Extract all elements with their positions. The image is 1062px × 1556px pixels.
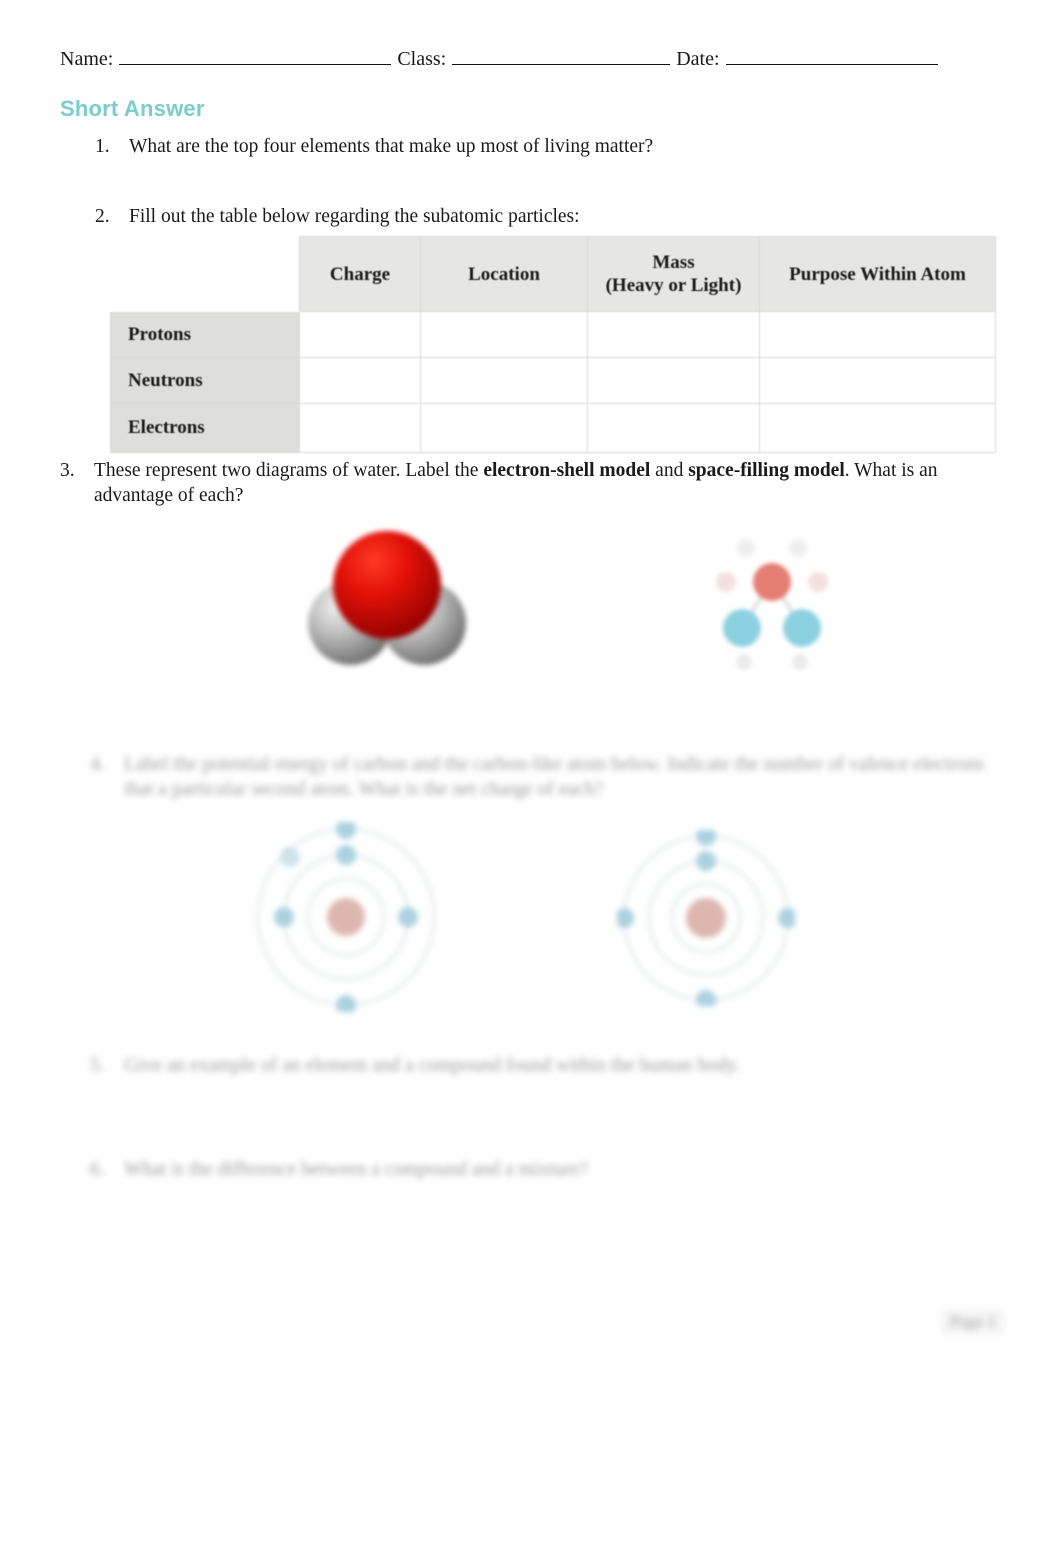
cell-protons-mass[interactable] xyxy=(587,311,760,358)
date-label: Date: xyxy=(676,48,720,70)
label-blob-right xyxy=(792,654,808,670)
cell-electrons-location[interactable] xyxy=(420,403,588,453)
column-header-mass-line2: (Heavy or Light) xyxy=(605,275,742,296)
oxygen-sphere xyxy=(333,531,441,639)
student-info-line: Name: Class: Date: xyxy=(60,46,1000,72)
question-2-number: 2. xyxy=(95,206,110,227)
question-4-text: Label the potential energy of carbon and… xyxy=(124,754,984,800)
table-header-row: Charge Location Mass (Heavy or Light) Pu… xyxy=(110,236,996,312)
cell-neutrons-location[interactable] xyxy=(420,357,588,404)
question-3-figures xyxy=(60,525,995,685)
cell-electrons-mass[interactable] xyxy=(587,403,760,453)
electron-mid-upper-left xyxy=(280,847,300,867)
hydrogen-atom-circle-left xyxy=(723,609,761,647)
cell-protons-purpose[interactable] xyxy=(759,311,996,358)
space-filling-model-of-water-figure xyxy=(308,531,466,665)
question-3-term-electron-shell: electron-shell model xyxy=(483,460,651,481)
question-6-number: 6. xyxy=(90,1159,105,1180)
cell-protons-location[interactable] xyxy=(420,311,588,358)
name-label: Name: xyxy=(60,48,114,70)
question-6-text: What is the difference between a compoun… xyxy=(124,1159,588,1180)
column-header-mass-line1: Mass xyxy=(652,252,695,273)
row-label-protons: Protons xyxy=(110,311,300,358)
question-3-text-middle: and xyxy=(650,460,689,481)
electron-outer-top xyxy=(696,830,716,846)
electron-shell-model-of-water-figure xyxy=(716,539,828,670)
worksheet-page: Name: Class: Date: Short Answer 1. What … xyxy=(0,0,1062,1556)
lone-pair-left xyxy=(737,539,755,557)
question-3-text-before: These represent two diagrams of water. L… xyxy=(94,460,484,481)
question-4: 4. Label the potential energy of carbon … xyxy=(90,752,995,802)
electron-outer-bottom xyxy=(696,990,716,1006)
question-4-number: 4. xyxy=(90,754,105,775)
bohr-model-atom-left-figure xyxy=(256,822,436,1012)
section-title: Short Answer xyxy=(60,96,205,121)
electron-outer-left xyxy=(274,907,294,927)
page-marker: Page 1 xyxy=(942,1310,1004,1334)
question-5-text: Give an example of an element and a comp… xyxy=(124,1055,741,1076)
subatomic-particles-table-wrapper: Charge Location Mass (Heavy or Light) Pu… xyxy=(110,236,996,453)
bohr-model-atom-right-figure xyxy=(617,830,795,1006)
subatomic-particles-table: Charge Location Mass (Heavy or Light) Pu… xyxy=(110,236,996,453)
cell-electrons-purpose[interactable] xyxy=(759,403,996,453)
cell-protons-charge[interactable] xyxy=(299,311,421,358)
question-1-number: 1. xyxy=(95,136,110,157)
cell-neutrons-purpose[interactable] xyxy=(759,357,996,404)
question-1-text: What are the top four elements that make… xyxy=(129,136,654,157)
electron-outer-right xyxy=(398,907,418,927)
question-3: 3. These represent two diagrams of water… xyxy=(60,458,995,508)
cell-neutrons-charge[interactable] xyxy=(299,357,421,404)
class-input-rule[interactable] xyxy=(452,47,671,65)
electron-outer-bottom xyxy=(336,995,356,1012)
table-row: Electrons xyxy=(110,403,996,453)
label-blob-left xyxy=(736,654,752,670)
column-header-charge: Charge xyxy=(299,236,421,312)
row-label-electrons: Electrons xyxy=(110,403,300,453)
question-6: 6. What is the difference between a comp… xyxy=(90,1157,650,1182)
table-corner-cell xyxy=(110,236,300,312)
row-label-neutrons: Neutrons xyxy=(110,357,300,404)
electron-inner-top xyxy=(336,845,356,865)
question-2: 2. Fill out the table below regarding th… xyxy=(95,204,795,229)
question-3-text: These represent two diagrams of water. L… xyxy=(94,458,995,508)
shell-marker-right xyxy=(808,572,828,592)
table-row: Protons xyxy=(110,311,996,358)
oxygen-atom-circle xyxy=(753,563,791,601)
date-input-rule[interactable] xyxy=(725,47,938,65)
cell-electrons-charge[interactable] xyxy=(299,403,421,453)
electron-outer-right xyxy=(778,908,795,928)
nucleus xyxy=(686,898,726,938)
class-label: Class: xyxy=(397,48,447,70)
electron-inner-top xyxy=(696,851,716,871)
question-3-number: 3. xyxy=(60,460,75,481)
question-5: 5. Give an example of an element and a c… xyxy=(90,1053,810,1078)
question-4-figures xyxy=(60,822,995,1014)
hydrogen-atom-circle-right xyxy=(783,609,821,647)
nucleus xyxy=(327,898,365,936)
electron-outer-left xyxy=(617,908,634,928)
question-2-text: Fill out the table below regarding the s… xyxy=(129,206,580,227)
question-1: 1. What are the top four elements that m… xyxy=(95,134,795,159)
cell-neutrons-mass[interactable] xyxy=(587,357,760,404)
question-3-term-space-filling: space-filling model xyxy=(688,460,845,481)
table-row: Neutrons xyxy=(110,357,996,404)
electron-outer-top xyxy=(336,822,356,839)
question-5-number: 5. xyxy=(90,1055,105,1076)
column-header-location: Location xyxy=(420,236,588,312)
column-header-purpose: Purpose Within Atom xyxy=(759,236,996,312)
lone-pair-right xyxy=(789,539,807,557)
name-input-rule[interactable] xyxy=(119,47,392,65)
column-header-mass: Mass (Heavy or Light) xyxy=(587,236,760,312)
shell-marker-left xyxy=(716,572,736,592)
